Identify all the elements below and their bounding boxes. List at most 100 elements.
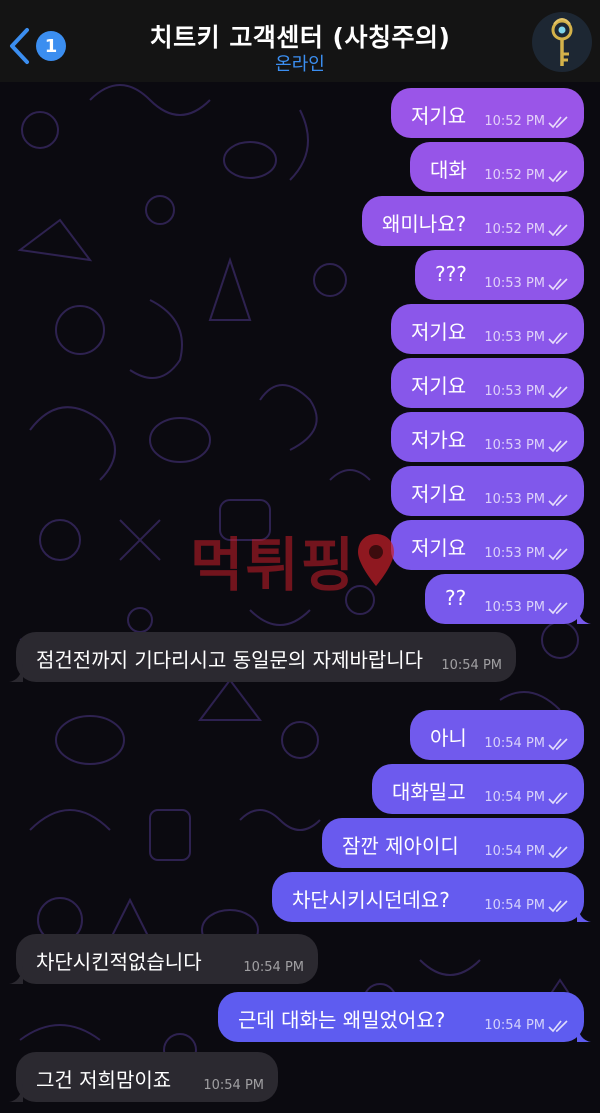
message-text: ??? (435, 262, 467, 286)
bubble-tail (9, 1084, 23, 1102)
message-time: 10:54 PM (441, 658, 502, 673)
message-meta: 10:53 PM (484, 600, 570, 615)
message-meta: 10:54 PM (441, 658, 502, 673)
message-text: 저기요 (411, 104, 467, 128)
outgoing-message[interactable]: ?? 10:53 PM (425, 574, 591, 624)
outgoing-message[interactable]: 저기요 10:53 PM (391, 358, 584, 408)
message-time: 10:53 PM (484, 384, 545, 399)
double-check-icon (548, 115, 568, 128)
double-check-icon (548, 223, 568, 236)
outgoing-message[interactable]: 저기요 10:53 PM (391, 520, 584, 570)
bubble-tail (577, 606, 591, 624)
double-check-icon (548, 277, 568, 290)
message-time: 10:53 PM (484, 600, 545, 615)
message-text: 근데 대화는 왜밀었어요? (238, 1008, 446, 1032)
double-check-icon (548, 547, 568, 560)
message-text: 왜미나요? (382, 212, 467, 236)
unread-count-badge: 1 (36, 31, 66, 61)
double-check-icon (548, 737, 568, 750)
outgoing-message[interactable]: 아니 10:54 PM (410, 710, 584, 760)
outgoing-message[interactable]: 왜미나요? 10:52 PM (362, 196, 584, 246)
message-meta: 10:53 PM (484, 384, 570, 399)
avatar[interactable] (532, 12, 592, 72)
message-time: 10:54 PM (484, 898, 545, 913)
message-meta: 10:54 PM (484, 844, 570, 859)
message-text: 잠깐 제아이디 (342, 834, 459, 858)
message-text: 차단시킨적없습니다 (36, 950, 202, 974)
outgoing-message[interactable]: 저기요 10:53 PM (391, 466, 584, 516)
message-time: 10:52 PM (484, 114, 545, 129)
message-meta: 10:54 PM (484, 1018, 570, 1033)
incoming-message[interactable]: 점건전까지 기다리시고 동일문의 자제바랍니다 10:54 PM (9, 632, 516, 682)
bubble-tail (577, 1024, 591, 1042)
incoming-message[interactable]: 차단시킨적없습니다 10:54 PM (9, 934, 318, 984)
double-check-icon (548, 601, 568, 614)
message-meta: 10:54 PM (484, 790, 570, 805)
outgoing-message[interactable]: ??? 10:53 PM (415, 250, 584, 300)
chevron-left-icon (10, 28, 29, 64)
message-time: 10:53 PM (484, 438, 545, 453)
message-meta: 10:54 PM (243, 960, 304, 975)
message-time: 10:54 PM (484, 1018, 545, 1033)
message-meta: 10:53 PM (484, 546, 570, 561)
chat-screen: 1 치트키 고객센터 (사칭주의) 온라인 저기요 10:52 PM 대화 10:52… (0, 0, 600, 1113)
message-text: 차단시키시던데요? (292, 888, 450, 912)
chat-title[interactable]: 치트키 고객센터 (사칭주의) (100, 18, 500, 54)
message-time: 10:52 PM (484, 168, 545, 183)
message-time: 10:53 PM (484, 330, 545, 345)
message-list[interactable]: 저기요 10:52 PM 대화 10:52 PM 왜미나요? 10:52 PM??? 10:… (0, 82, 600, 1113)
double-check-icon (548, 899, 568, 912)
outgoing-message[interactable]: 차단시키시던데요? 10:54 PM (272, 872, 591, 922)
bubble-tail (9, 664, 23, 682)
outgoing-message[interactable]: 저기요 10:52 PM (391, 88, 584, 138)
message-text: 저기요 (411, 374, 467, 398)
message-time: 10:52 PM (484, 222, 545, 237)
message-time: 10:53 PM (484, 492, 545, 507)
message-meta: 10:54 PM (484, 898, 570, 913)
message-meta: 10:54 PM (484, 736, 570, 751)
outgoing-message[interactable]: 근데 대화는 왜밀었어요? 10:54 PM (218, 992, 591, 1042)
double-check-icon (548, 385, 568, 398)
chat-status: 온라인 (275, 54, 325, 75)
message-text: 대화 (430, 158, 467, 182)
double-check-icon (548, 791, 568, 804)
back-button[interactable]: 1 (6, 24, 76, 68)
message-text: 아니 (430, 726, 467, 750)
message-text: 저기요 (411, 482, 467, 506)
key-icon (551, 18, 573, 66)
message-text: 점건전까지 기다리시고 동일문의 자제바랍니다 (36, 648, 424, 672)
bubble-tail (9, 966, 23, 984)
double-check-icon (548, 1019, 568, 1032)
double-check-icon (548, 439, 568, 452)
outgoing-message[interactable]: 대화밀고 10:54 PM (372, 764, 584, 814)
message-time: 10:53 PM (484, 546, 545, 561)
double-check-icon (548, 845, 568, 858)
message-meta: 10:54 PM (203, 1078, 264, 1093)
outgoing-message[interactable]: 잠깐 제아이디 10:54 PM (322, 818, 584, 868)
double-check-icon (548, 169, 568, 182)
outgoing-message[interactable]: 저기요 10:53 PM (391, 304, 584, 354)
message-text: 그건 저희맘이죠 (36, 1068, 172, 1092)
chat-header: 1 치트키 고객센터 (사칭주의) 온라인 (0, 0, 600, 82)
outgoing-message[interactable]: 대화 10:52 PM (410, 142, 584, 192)
message-text: ?? (445, 586, 467, 610)
message-time: 10:54 PM (243, 960, 304, 975)
message-text: 저가요 (411, 428, 467, 452)
message-meta: 10:53 PM (484, 276, 570, 291)
message-text: 대화밀고 (392, 780, 466, 804)
message-time: 10:54 PM (484, 844, 545, 859)
double-check-icon (548, 331, 568, 344)
incoming-message[interactable]: 그건 저희맘이죠 10:54 PM (9, 1052, 278, 1102)
message-text: 저기요 (411, 536, 467, 560)
message-time: 10:54 PM (484, 790, 545, 805)
message-time: 10:54 PM (484, 736, 545, 751)
message-meta: 10:53 PM (484, 330, 570, 345)
message-meta: 10:52 PM (484, 222, 570, 237)
outgoing-message[interactable]: 저가요 10:53 PM (391, 412, 584, 462)
message-meta: 10:53 PM (484, 492, 570, 507)
message-meta: 10:52 PM (484, 114, 570, 129)
message-time: 10:53 PM (484, 276, 545, 291)
message-text: 저기요 (411, 320, 467, 344)
message-meta: 10:52 PM (484, 168, 570, 183)
bubble-tail (577, 904, 591, 922)
